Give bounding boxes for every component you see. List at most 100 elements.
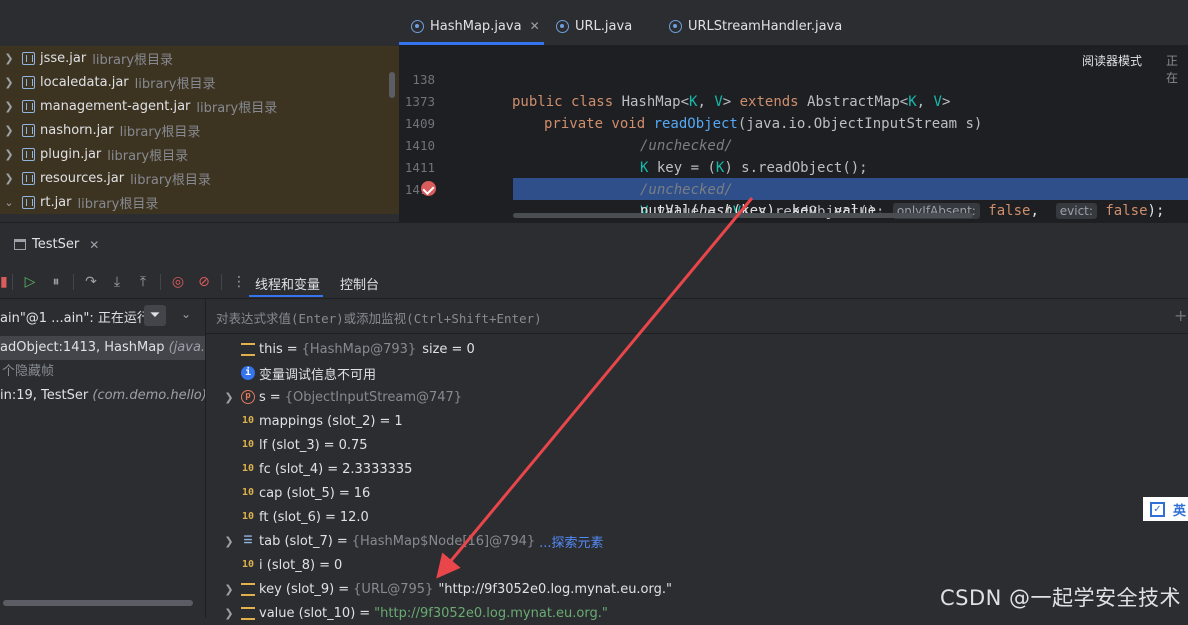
variable-name: fc (slot_4) <box>259 461 324 477</box>
frames-scrollbar[interactable] <box>3 600 193 606</box>
toolbar-separator <box>160 274 161 290</box>
variable-value: "http://9f3052e0.log.mynat.eu.org." <box>438 581 672 597</box>
more-options-icon[interactable]: ⋮ <box>226 274 252 290</box>
class-icon <box>669 19 682 33</box>
code-line: 1373 private void readObject(java.io.Obj… <box>399 69 1188 132</box>
primitive-icon: 10 <box>241 487 255 498</box>
chevron-right-icon[interactable]: ❯ <box>2 148 16 161</box>
variable-ref: {URL@795} <box>353 581 434 597</box>
pause-icon[interactable]: ⏸ <box>43 274 69 290</box>
frame-package: (com.demo.hello) <box>92 388 205 403</box>
code-line: 1409 /unchecked/ <box>399 91 1188 154</box>
project-panel: ❯ jsse.jar library根目录 ❯ localedata.jar l… <box>0 0 399 222</box>
field-icon <box>241 606 255 620</box>
variable-value: "http://9f3052e0.log.mynat.eu.org." <box>374 605 608 621</box>
tree-item-management-agent[interactable]: ❯ management-agent.jar library根目录 <box>0 94 399 118</box>
jar-icon <box>22 99 35 113</box>
variable-row[interactable]: 10 ft (slot_6) = 12.0 <box>206 505 1188 529</box>
variable-row[interactable]: ❯ ☰ tab (slot_7) = {HashMap$Node[16]@794… <box>206 529 1188 553</box>
chevron-right-icon[interactable]: ❯ <box>2 52 16 65</box>
step-into-icon[interactable]: ⤓ <box>104 274 130 290</box>
tree-item-resources[interactable]: ❯ resources.jar library根目录 <box>0 166 399 190</box>
class-icon <box>556 19 569 33</box>
tree-item-label: rt.jar <box>40 194 72 210</box>
variable-value: 2.3333335 <box>342 461 413 477</box>
variable-name: value (slot_10) <box>259 605 356 621</box>
view-breakpoints-icon[interactable]: ◎ <box>165 274 191 290</box>
chevron-right-icon[interactable]: ❯ <box>222 535 236 548</box>
resume-icon[interactable]: ▷ <box>17 274 43 290</box>
code-editor[interactable]: HashMap.java ✕ URL.java URLStreamHandler… <box>399 0 1188 222</box>
variable-row[interactable]: 10 i (slot_8) = 0 <box>206 553 1188 577</box>
code-line: 1411 /unchecked/ <box>399 135 1188 198</box>
tab-urlstreamhandler-java[interactable]: URLStreamHandler.java <box>669 8 842 44</box>
field-icon <box>241 342 255 356</box>
stack-frame[interactable]: in:19, TestSer (com.demo.hello) <box>0 384 205 408</box>
variable-ref: {ObjectInputStream@747} <box>284 389 463 405</box>
tab-console[interactable]: 控制台 <box>340 274 379 293</box>
variable-name: mappings (slot_2) <box>259 413 376 429</box>
stop-icon[interactable]: ▮ <box>0 274 8 290</box>
filter-icon[interactable]: ⏷ <box>144 305 166 326</box>
variable-row[interactable]: 10 fc (slot_4) = 2.3333335 <box>206 457 1188 481</box>
toolbar-separator <box>73 274 74 290</box>
tree-item-label: nashorn.jar <box>40 122 114 138</box>
chevron-down-icon[interactable]: ⌄ <box>181 307 191 321</box>
tab-threads-variables[interactable]: 线程和变量 <box>255 274 320 293</box>
variable-row[interactable]: 10 cap (slot_5) = 16 <box>206 481 1188 505</box>
add-watch-icon[interactable]: + <box>1174 306 1187 325</box>
tree-item-plugin[interactable]: ❯ plugin.jar library根目录 <box>0 142 399 166</box>
mute-breakpoints-icon[interactable]: ⊘ <box>191 274 217 290</box>
tab-label: URLStreamHandler.java <box>688 18 843 34</box>
chevron-right-icon[interactable]: ❯ <box>222 607 236 620</box>
variable-row[interactable]: ❯ p s = {ObjectInputStream@747} <box>206 385 1188 409</box>
variable-name: this <box>259 341 283 357</box>
jar-icon <box>22 123 35 137</box>
tree-item-rt[interactable]: ⌄ rt.jar library根目录 <box>0 190 399 214</box>
explore-elements-link[interactable]: ...探索元素 <box>539 532 603 551</box>
close-icon[interactable]: ✕ <box>530 19 540 33</box>
tab-label: HashMap.java <box>430 18 522 34</box>
tree-item-label: jsse.jar <box>40 50 87 66</box>
tree-item-jsse[interactable]: ❯ jsse.jar library根目录 <box>0 46 399 70</box>
tab-hashmap-java[interactable]: HashMap.java ✕ <box>411 8 540 44</box>
variable-row[interactable]: 10 mappings (slot_2) = 1 <box>206 409 1188 433</box>
debug-session-tab[interactable]: TestSer ✕ <box>14 237 99 252</box>
variable-value: 0 <box>334 557 343 573</box>
chevron-right-icon[interactable]: ❯ <box>222 583 236 596</box>
chevron-down-icon[interactable]: ⌄ <box>2 196 16 209</box>
stack-frame[interactable]: adObject:1413, HashMap (java.util) <box>0 336 205 360</box>
thread-selector[interactable]: ain"@1 ...ain": 正在运行 <box>0 304 150 328</box>
evaluate-expression-field[interactable]: 对表达式求值(Enter)或添加监视(Ctrl+Shift+Enter) + <box>206 299 1188 334</box>
variable-row[interactable]: this = {HashMap@793} size = 0 <box>206 337 1188 361</box>
close-icon[interactable]: ✕ <box>89 238 99 252</box>
chevron-right-icon[interactable]: ❯ <box>2 100 16 113</box>
variable-name: key (slot_9) <box>259 581 335 597</box>
frame-label: in:19, TestSer <box>0 388 89 403</box>
tree-item-lib: library根目录 <box>130 172 211 188</box>
debug-session-icon <box>14 239 26 250</box>
hidden-frames[interactable]: 个隐藏帧 <box>0 360 205 384</box>
step-out-icon[interactable]: ⤒ <box>130 274 156 290</box>
debug-tool-window: TestSer ✕ ⋮ ▮ ▷ ⏸ ↷ ⤓ ⤒ ◎ ⊘ ⋮ 线程和变量 控制台 … <box>0 222 1188 621</box>
variable-ref: {HashMap@793} <box>301 341 417 357</box>
project-scrollbar[interactable] <box>389 72 395 98</box>
tree-item-label: management-agent.jar <box>40 98 191 114</box>
toolbar-separator <box>12 274 13 290</box>
tree-item-nashorn[interactable]: ❯ nashorn.jar library根目录 <box>0 118 399 142</box>
chevron-right-icon[interactable]: ❯ <box>222 391 236 404</box>
editor-scrollbar[interactable] <box>513 213 973 218</box>
info-icon: i <box>241 366 255 380</box>
chevron-right-icon[interactable]: ❯ <box>2 172 16 185</box>
tree-item-lib: library根目录 <box>134 76 216 92</box>
more-icon[interactable]: ⋮ <box>1183 237 1188 252</box>
tab-url-java[interactable]: URL.java <box>556 8 632 44</box>
chevron-right-icon[interactable]: ❯ <box>2 124 16 137</box>
variable-info-text: 变量调试信息不可用 <box>259 367 377 383</box>
tree-item-lib: library根目录 <box>196 100 278 116</box>
tree-item-localedata[interactable]: ❯ localedata.jar library根目录 <box>0 70 399 94</box>
variable-row[interactable]: 10 lf (slot_3) = 0.75 <box>206 433 1188 457</box>
chevron-right-icon[interactable]: ❯ <box>2 76 16 89</box>
step-over-icon[interactable]: ↷ <box>78 274 104 290</box>
translate-badge[interactable]: ✓ 英 <box>1143 497 1188 521</box>
